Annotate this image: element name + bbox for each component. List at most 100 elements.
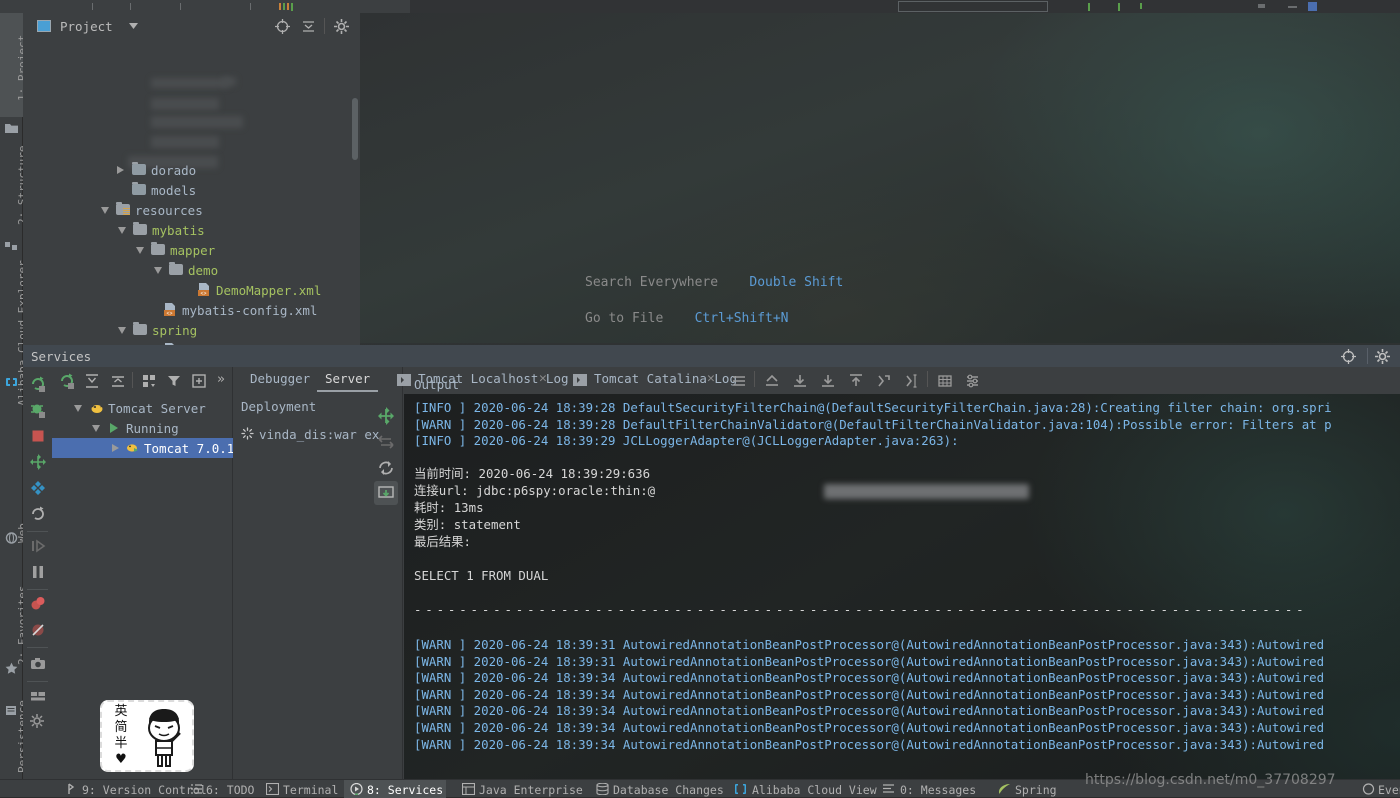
up-stack-icon[interactable] [763, 372, 781, 390]
soft-wrap-icon[interactable] [819, 372, 837, 390]
sidebar-item-structure[interactable]: 2: Structure [0, 141, 29, 235]
select-icon[interactable] [903, 372, 921, 390]
tree-row[interactable]: mapper [23, 240, 360, 260]
event-log-icon[interactable] [1362, 783, 1375, 795]
status-item-java-enterprise[interactable]: Java Enterprise [479, 783, 583, 797]
group-icon[interactable] [140, 372, 158, 390]
restart-icon[interactable] [29, 505, 47, 523]
rerun-icon[interactable] [29, 375, 47, 393]
services-run-icon[interactable] [350, 783, 363, 795]
scroll-down-icon[interactable] [791, 372, 809, 390]
collapse-all-icon[interactable] [109, 372, 127, 390]
tree-row[interactable]: resources [23, 200, 360, 220]
tree-row[interactable]: dorado [23, 160, 360, 180]
spring-leaf-icon[interactable] [998, 783, 1011, 795]
project-file-tree[interactable]: dorado models resources mybatis mapper demo <>… [23, 40, 360, 345]
pause-icon[interactable] [29, 563, 47, 581]
chevron-right-icon[interactable] [112, 444, 119, 452]
tree-row[interactable]: <> DemoMapper.xml [23, 280, 360, 300]
version-control-icon[interactable] [66, 783, 79, 795]
chevron-right-icon[interactable] [117, 166, 124, 174]
expand-all-icon[interactable] [83, 372, 101, 390]
minimize-icon[interactable] [1288, 6, 1297, 8]
layout-icon[interactable] [29, 687, 47, 705]
add-icon[interactable] [190, 372, 208, 390]
coverage-icon[interactable] [1140, 3, 1142, 9]
close-icon[interactable]: ✕ [539, 371, 547, 386]
redeploy-icon[interactable] [375, 431, 397, 453]
tree-row[interactable]: models [23, 180, 360, 200]
mute-breakpoints-icon[interactable] [29, 621, 47, 639]
messages-icon[interactable] [882, 783, 895, 795]
status-item-alibaba-cloud-view[interactable]: Alibaba Cloud View [752, 783, 877, 797]
run-icon[interactable] [1088, 3, 1090, 11]
restart-icon[interactable] [375, 457, 397, 479]
maximize-icon[interactable] [1308, 2, 1317, 11]
locate-icon[interactable] [1340, 348, 1357, 365]
gear-icon[interactable] [1374, 348, 1391, 365]
database-changes-icon[interactable] [596, 783, 609, 795]
tree-row[interactable]: demo [23, 260, 360, 280]
update-icon[interactable] [375, 405, 397, 427]
tree-row[interactable]: mybatis [23, 220, 360, 240]
structure-icon[interactable] [4, 239, 19, 253]
stop-icon[interactable] [29, 427, 47, 445]
print-icon[interactable] [847, 372, 865, 390]
export-icon-button[interactable] [374, 481, 398, 505]
persistence-icon[interactable] [4, 703, 19, 717]
debug-rerun-icon[interactable] [29, 401, 47, 419]
alibaba-cloud-icon[interactable] [734, 783, 747, 795]
status-item-messages[interactable]: 0: Messages [900, 783, 976, 797]
collapse-all-icon[interactable] [300, 18, 317, 35]
alibaba-cloud-icon[interactable] [4, 375, 19, 389]
tree-row[interactable]: spring [23, 320, 360, 340]
services-tree-row-selected[interactable]: Tomcat 7.0.10 [52, 438, 242, 458]
sidebar-item-favorites[interactable]: 2: Favorites [0, 569, 29, 673]
chevron-down-icon[interactable] [136, 247, 144, 254]
breakpoints-icon[interactable] [29, 595, 47, 613]
status-item-services[interactable]: 8: Services [367, 783, 443, 797]
todo-icon[interactable] [190, 783, 203, 795]
chevron-down-icon[interactable] [154, 267, 162, 274]
deploy-icon[interactable] [29, 479, 47, 497]
more-icon[interactable]: » [217, 372, 225, 387]
sidebar-item-persistence[interactable]: Persistence [0, 681, 29, 781]
chevron-down-icon[interactable] [1258, 4, 1265, 8]
wrap-text-icon[interactable] [730, 372, 748, 390]
update-application-icon[interactable] [29, 453, 47, 471]
settings-icon[interactable] [964, 372, 982, 390]
terminal-icon[interactable] [266, 783, 279, 795]
camera-icon[interactable] [29, 655, 47, 673]
console-output[interactable]: [INFO ] 2020-06-24 18:39:28 DefaultSecur… [404, 394, 1400, 779]
services-tree-row[interactable]: Tomcat Server [52, 398, 233, 418]
export-icon[interactable] [377, 484, 395, 502]
status-item-spring[interactable]: Spring [1015, 783, 1057, 797]
run-configuration-icon[interactable] [58, 372, 76, 390]
settings-icon[interactable] [29, 713, 47, 731]
tree-row[interactable]: <> mybatis-config.xml [23, 300, 360, 320]
status-item-version-control[interactable]: 9: Version Control [82, 783, 207, 797]
gear-icon[interactable] [333, 18, 350, 35]
resume-icon[interactable] [29, 537, 47, 555]
chevron-down-icon[interactable] [101, 207, 109, 214]
debug-icon[interactable] [1118, 3, 1120, 11]
tab-server[interactable]: Server [316, 371, 379, 392]
close-icon[interactable]: ✕ [707, 371, 715, 386]
project-folder-icon[interactable] [4, 121, 19, 135]
services-tree-row[interactable]: Running [52, 418, 233, 438]
chevron-down-icon[interactable] [118, 327, 126, 334]
locate-icon[interactable] [274, 18, 291, 35]
status-item-todo[interactable]: 6: TODO [206, 783, 254, 797]
status-item-event-log[interactable]: Event L [1378, 783, 1400, 797]
filter-icon[interactable] [165, 372, 183, 390]
chevron-down-icon[interactable] [118, 227, 126, 234]
search-field[interactable] [898, 1, 1048, 12]
java-enterprise-icon[interactable] [462, 783, 475, 795]
star-icon[interactable] [4, 661, 19, 675]
chevron-down-icon[interactable] [74, 405, 82, 412]
status-item-terminal[interactable]: Terminal [283, 783, 338, 797]
table-icon[interactable] [936, 372, 954, 390]
chevron-down-icon[interactable] [129, 23, 138, 29]
chevron-down-icon[interactable] [92, 425, 100, 432]
web-globe-icon[interactable] [4, 531, 19, 545]
